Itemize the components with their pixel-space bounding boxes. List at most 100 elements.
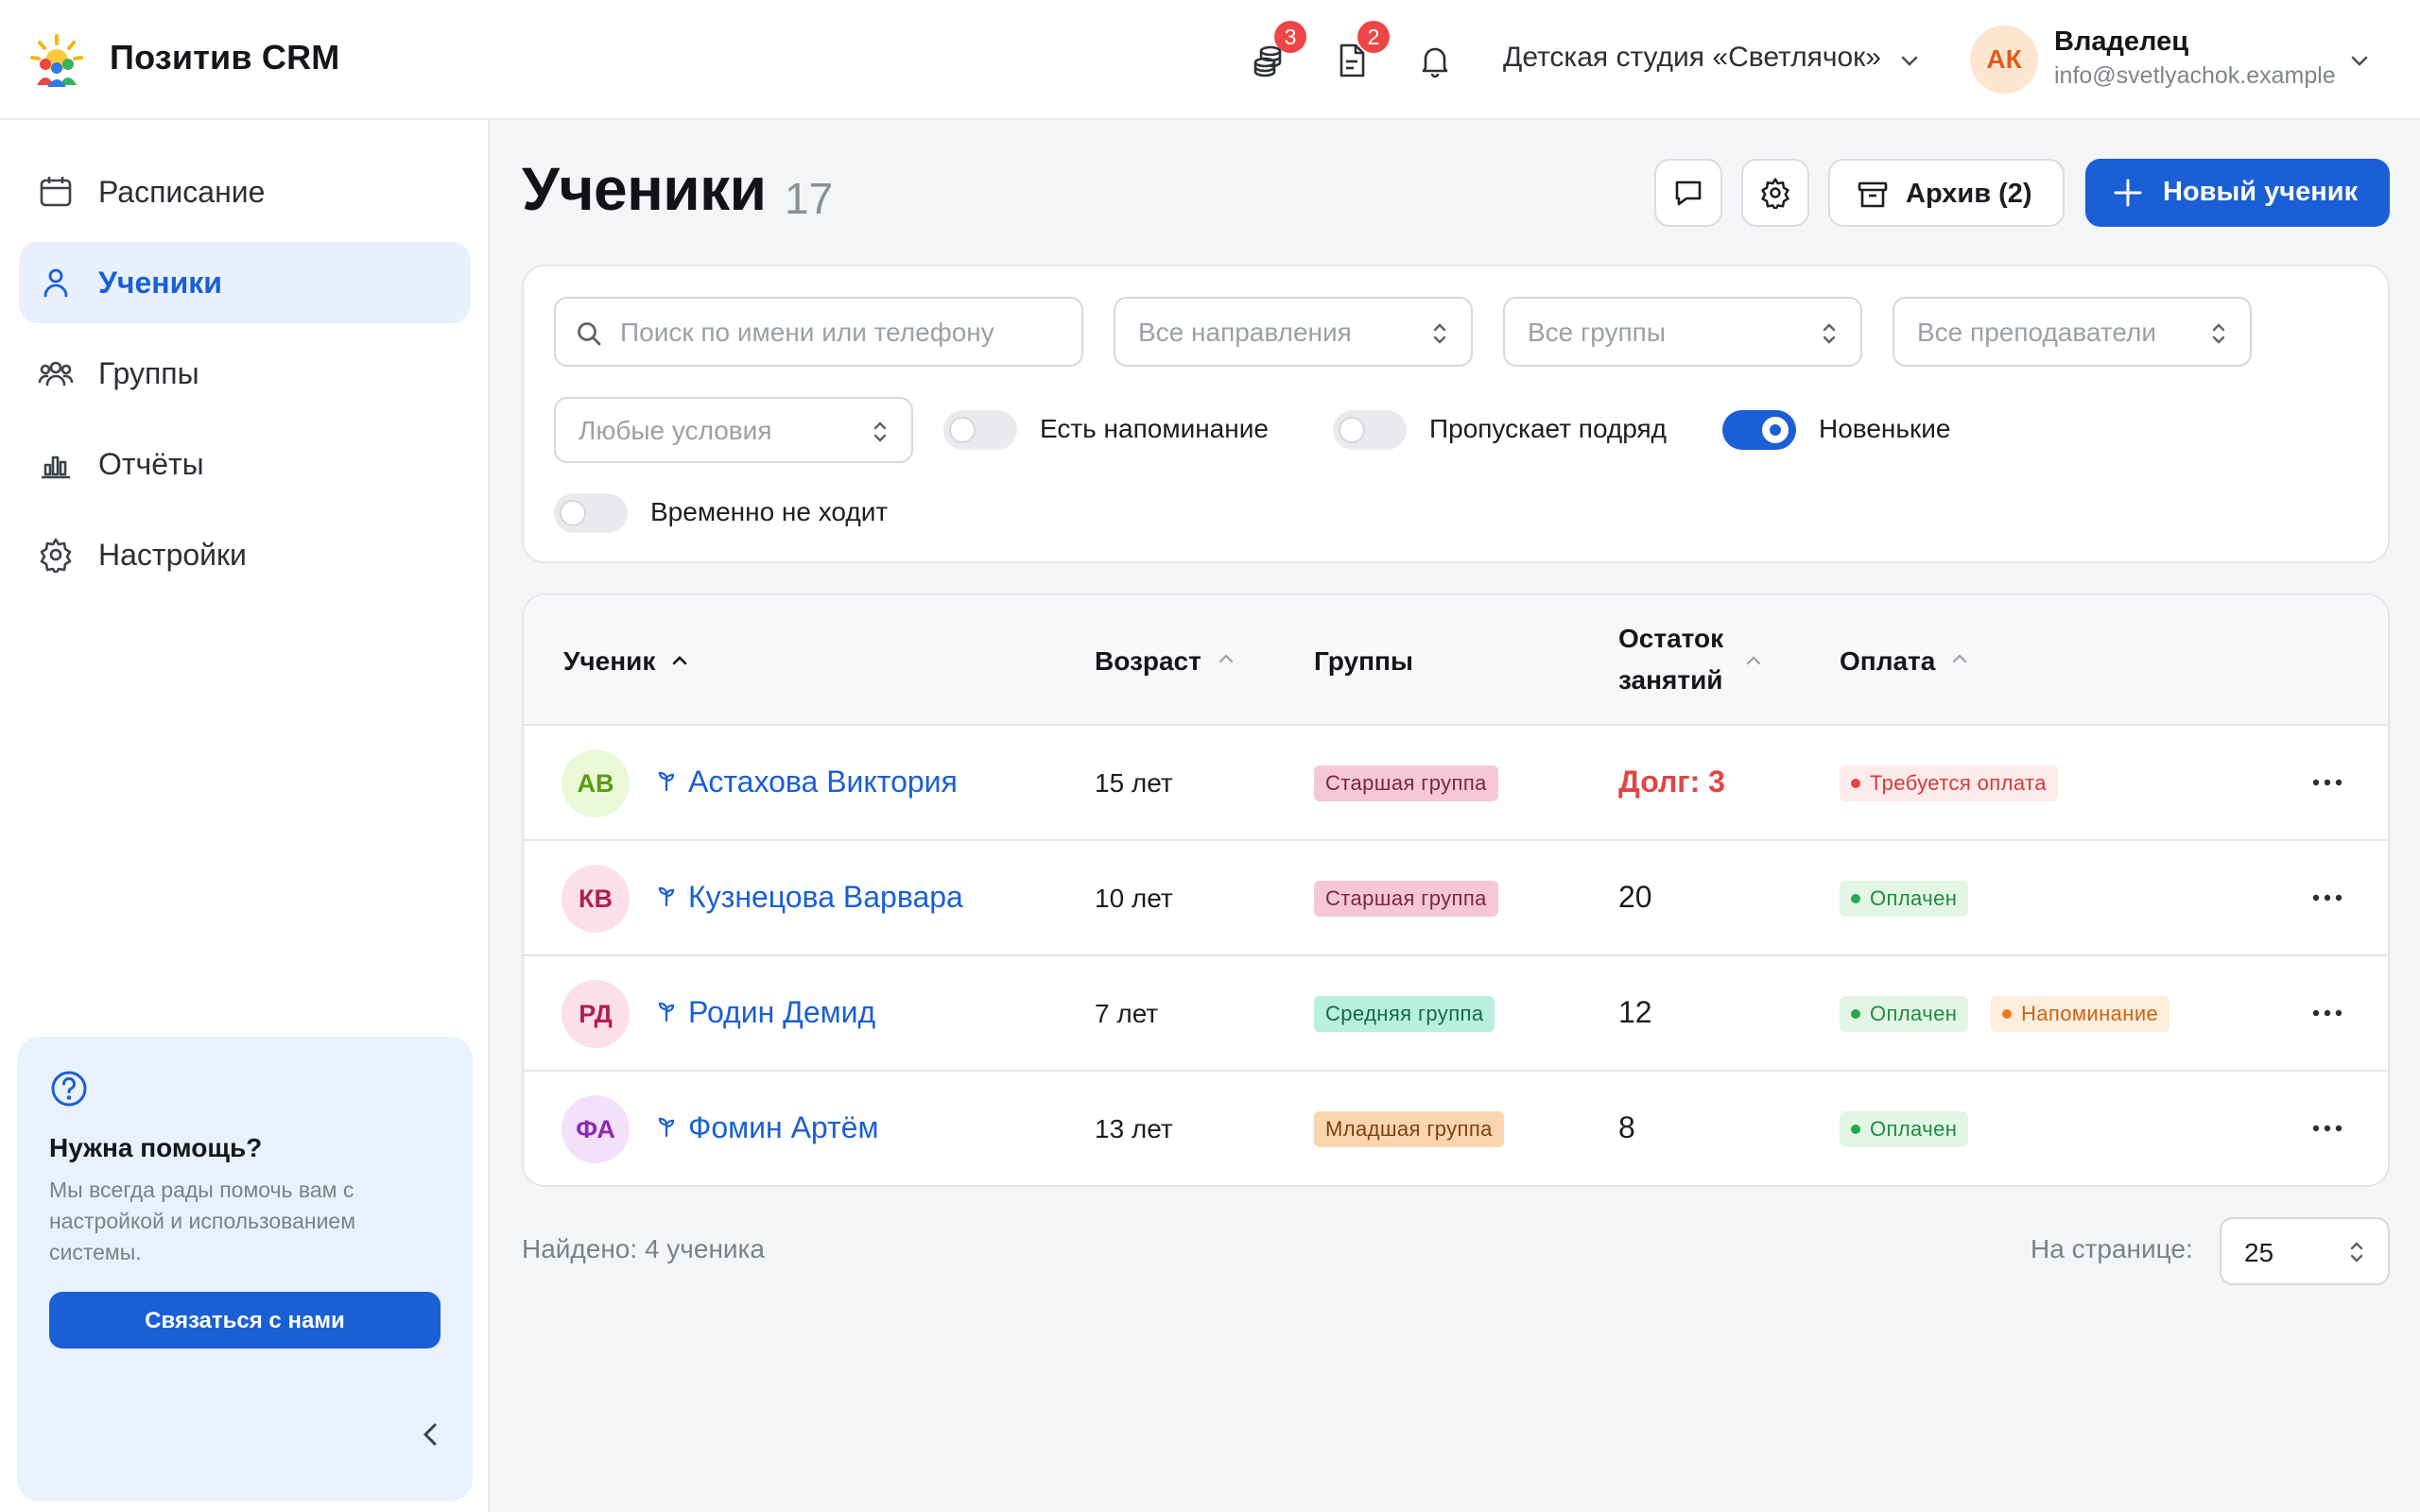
status-dot xyxy=(1851,1125,1860,1134)
student-name-link[interactable]: Родин Демид xyxy=(688,995,875,1030)
sidebar-item-label: Расписание xyxy=(98,175,266,209)
student-age: 15 лет xyxy=(1095,768,1173,798)
remaining-lessons: 8 xyxy=(1618,1110,1635,1144)
question-icon xyxy=(51,1071,87,1107)
reminder-toggle[interactable] xyxy=(943,410,1017,450)
sort-icon[interactable] xyxy=(1216,648,1236,669)
sidebar-item-groups[interactable]: Группы xyxy=(19,333,471,414)
documents-button[interactable]: 2 xyxy=(1333,21,1390,79)
paused-toggle[interactable] xyxy=(554,493,628,533)
students-count: 17 xyxy=(785,174,834,223)
student-age: 7 лет xyxy=(1095,999,1159,1028)
sort-icon[interactable] xyxy=(1743,650,1764,671)
message-icon xyxy=(1675,180,1702,206)
user-email: info@svetlyachok.example xyxy=(2054,62,2336,89)
table-row[interactable]: КВ Кузнецова Варвара 10 лет Старшая груп… xyxy=(524,841,2388,956)
toggle-knob xyxy=(560,500,586,526)
table-header: Ученик Возраст Группы Остаток занятий Оп… xyxy=(524,595,2388,726)
sidebar-item-label: Ученики xyxy=(98,266,222,300)
column-groups: Группы xyxy=(1314,646,1413,676)
student-age: 13 лет xyxy=(1095,1114,1173,1143)
sprout-icon xyxy=(658,1117,675,1138)
newcomers-toggle[interactable] xyxy=(1722,410,1796,450)
search-input[interactable]: Поиск по имени или телефону xyxy=(554,297,1083,367)
toggle-knob xyxy=(949,417,976,443)
sidebar-item-reports[interactable]: Отчёты xyxy=(19,423,471,505)
updown-icon xyxy=(2350,1242,2363,1263)
more-icon[interactable] xyxy=(2308,1114,2346,1143)
select-value: Все направления xyxy=(1138,318,1352,347)
sidebar-item-schedule[interactable]: Расписание xyxy=(19,151,471,232)
student-name-link[interactable]: Кузнецова Варвара xyxy=(688,880,963,915)
user-avatar[interactable]: АК xyxy=(1970,26,2038,94)
directions-select[interactable]: Все направления xyxy=(1114,297,1473,367)
group-badge: Старшая группа xyxy=(1314,765,1498,801)
chevron-down-icon[interactable] xyxy=(2346,47,2373,74)
notifications-button[interactable] xyxy=(1416,42,1454,79)
updown-icon xyxy=(1433,323,1446,344)
table-row[interactable]: ФА Фомин Артём 13 лет Младшая группа 8 О… xyxy=(524,1072,2388,1185)
column-remaining-line2[interactable]: занятий xyxy=(1618,665,1723,696)
chart-icon xyxy=(42,455,70,479)
archive-label: Архив (2) xyxy=(1906,179,2032,209)
archive-icon xyxy=(1858,181,1888,208)
updown-icon xyxy=(2212,323,2225,344)
sort-icon[interactable] xyxy=(1949,648,1970,669)
column-student[interactable]: Ученик xyxy=(563,646,655,677)
table-row[interactable]: РД Родин Демид 7 лет Средняя группа 12 О… xyxy=(524,956,2388,1072)
per-page-select[interactable]: 25 xyxy=(2220,1217,2390,1285)
table-settings-button[interactable] xyxy=(1741,159,1809,227)
messages-button[interactable] xyxy=(1654,159,1722,227)
new-student-label: Новый ученик xyxy=(2163,177,2359,207)
per-page-value: 25 xyxy=(2244,1238,2274,1267)
student-name-link[interactable]: Астахова Виктория xyxy=(688,765,958,799)
studio-selector[interactable]: Детская студия «Светлячок» xyxy=(1503,42,1881,74)
sidebar-item-students[interactable]: Ученики xyxy=(19,242,471,323)
archive-button[interactable]: Архив (2) xyxy=(1828,159,2065,227)
status-dot xyxy=(2002,1009,2012,1019)
collapse-sidebar-icon[interactable] xyxy=(414,1418,448,1452)
sort-asc-icon[interactable] xyxy=(669,650,690,671)
column-age[interactable]: Возраст xyxy=(1095,646,1201,677)
toggle-knob xyxy=(1339,417,1365,443)
toggle-knob xyxy=(1762,417,1789,443)
search-placeholder: Поиск по имени или телефону xyxy=(620,318,994,347)
conditions-select[interactable]: Любые условия xyxy=(554,397,913,463)
sidebar-item-settings[interactable]: Настройки xyxy=(19,514,471,595)
top-bar: Позитив CRM 3 2 Детская студия «Светлячо… xyxy=(0,0,2420,120)
plus-icon xyxy=(2114,179,2142,207)
remaining-lessons: 20 xyxy=(1618,880,1652,914)
chevron-down-icon[interactable] xyxy=(1896,47,1923,74)
remaining-lessons: 12 xyxy=(1618,995,1652,1029)
billing-button[interactable]: 3 xyxy=(1250,21,1306,79)
skipping-toggle[interactable] xyxy=(1333,410,1407,450)
help-text: Мы всегда рады помочь вам с настройкой и… xyxy=(49,1177,356,1264)
user-icon xyxy=(43,268,68,298)
more-icon[interactable] xyxy=(2308,768,2346,797)
new-student-button[interactable]: Новый ученик xyxy=(2085,159,2390,227)
sidebar-item-label: Настройки xyxy=(98,538,247,572)
group-badge: Младшая группа xyxy=(1314,1111,1504,1147)
more-icon[interactable] xyxy=(2308,999,2346,1027)
contact-us-button[interactable]: Связаться с нами xyxy=(49,1292,441,1349)
column-remaining[interactable]: Остаток xyxy=(1618,624,1723,654)
more-icon[interactable] xyxy=(2308,884,2346,912)
updown-icon xyxy=(1823,323,1836,344)
column-payment[interactable]: Оплата xyxy=(1840,646,1935,677)
documents-badge: 2 xyxy=(1357,21,1390,53)
help-title: Нужна помощь? xyxy=(49,1133,263,1162)
payment-status-badge: Требуется оплата xyxy=(1840,765,2058,801)
groups-select[interactable]: Все группы xyxy=(1503,297,1862,367)
student-name-link[interactable]: Фомин Артём xyxy=(688,1110,878,1145)
user-role: Владелец xyxy=(2054,26,2189,57)
gear-icon xyxy=(1761,178,1789,209)
table-row[interactable]: АВ Астахова Виктория 15 лет Старшая груп… xyxy=(524,726,2388,841)
teachers-select[interactable]: Все преподаватели xyxy=(1893,297,2252,367)
group-badge: Старшая группа xyxy=(1314,881,1498,917)
avatar: КВ xyxy=(562,865,630,933)
payment-status-badge: Оплачен xyxy=(1840,881,1969,917)
gear-icon xyxy=(40,538,72,573)
status-dot xyxy=(1851,894,1860,903)
reminder-toggle-label: Есть напоминание xyxy=(1040,414,1269,443)
users-icon xyxy=(38,361,74,387)
